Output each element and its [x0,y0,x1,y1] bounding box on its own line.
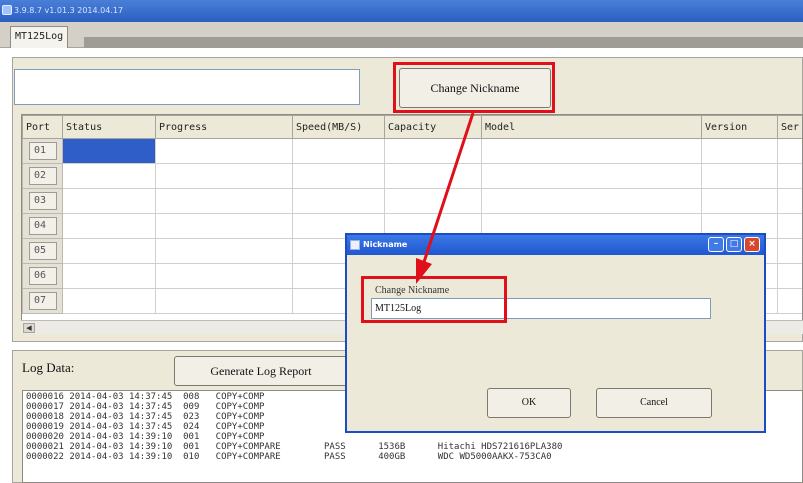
window-title: 3.9.8.7 v1.01.3 2014.04.17 [14,6,124,15]
tab-strip-fill [84,37,803,48]
log-line: 0000021 2014-04-03 14:39:10 001 COPY+COM… [26,442,563,452]
col-header-progress[interactable]: Progress [155,115,293,139]
generate-log-report-button[interactable]: Generate Log Report [174,356,348,386]
highlight-box-change-button [393,62,555,113]
tab-mt125log[interactable]: MT125Log [10,26,69,48]
status-cell-selected[interactable] [62,138,156,164]
dialog-title: Nickname [363,240,408,249]
dialog-app-icon [350,240,360,250]
table-header-row: Port Status Progress Speed(MB/S) Capacit… [22,115,802,139]
nickname-dialog: Nickname – □ × Change Nickname MT125Log … [345,233,766,433]
log-line: 0000020 2014-04-03 14:39:10 001 COPY+COM… [26,432,265,442]
main-title-bar: 3.9.8.7 v1.01.3 2014.04.17 [0,0,803,22]
col-header-port[interactable]: Port [22,115,63,139]
port-label: 05 [29,242,57,260]
close-icon[interactable]: × [744,237,760,252]
port-label: 02 [29,167,57,185]
scroll-left-arrow-icon[interactable]: ◀ [23,323,35,333]
col-header-serial[interactable]: Ser [777,115,802,139]
app-icon [2,5,12,15]
nickname-input[interactable] [14,69,360,105]
highlight-box-nickname-field [361,276,507,323]
col-header-speed[interactable]: Speed(MB/S) [292,115,385,139]
minimize-icon[interactable]: – [708,237,724,252]
port-label: 01 [29,142,57,160]
port-label: 03 [29,192,57,210]
port-label: 06 [29,267,57,285]
port-label: 07 [29,292,57,310]
col-header-version[interactable]: Version [701,115,778,139]
port-label: 04 [29,217,57,235]
col-header-model[interactable]: Model [481,115,702,139]
maximize-icon[interactable]: □ [726,237,742,252]
ok-button[interactable]: OK [487,388,571,418]
col-header-status[interactable]: Status [62,115,156,139]
log-line: 0000022 2014-04-03 14:39:10 010 COPY+COM… [26,452,552,462]
col-header-capacity[interactable]: Capacity [384,115,482,139]
table-row[interactable]: 02 [22,163,802,189]
dialog-title-bar[interactable]: Nickname – □ × [347,235,764,255]
log-data-label: Log Data: [22,360,75,375]
table-row[interactable]: 03 [22,188,802,214]
cancel-button[interactable]: Cancel [596,388,712,418]
table-row[interactable]: 01 [22,138,802,164]
